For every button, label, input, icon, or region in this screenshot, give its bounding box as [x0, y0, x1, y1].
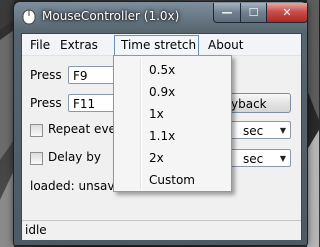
maximize-icon: ☐ — [248, 6, 259, 19]
menu-time-stretch[interactable]: Time stretch — [121, 38, 196, 52]
menu-extras[interactable]: Extras — [60, 38, 98, 52]
dropdown-item-label: 1x — [149, 107, 164, 121]
close-button[interactable]: ✕ — [266, 3, 308, 23]
menu-bar: File Extras Time stretch About — [22, 34, 301, 56]
dropdown-item-1.1x[interactable]: 1.1x — [114, 125, 231, 147]
delay-checkbox[interactable] — [30, 152, 43, 165]
press-label-2: Press — [30, 96, 62, 110]
delay-label: Delay by — [48, 150, 101, 164]
playback-button-label: yback — [231, 97, 267, 111]
dropdown-item-custom[interactable]: Custom — [114, 169, 231, 191]
minimize-icon: — — [221, 6, 233, 19]
window-title: MouseController (1.0x) — [42, 9, 180, 23]
dropdown-item-1x[interactable]: 1x — [114, 103, 231, 125]
menu-file[interactable]: File — [30, 38, 50, 52]
repeat-checkbox[interactable] — [30, 124, 43, 137]
repeat-unit-value: sec — [243, 124, 264, 138]
dropdown-item-label: Custom — [149, 173, 195, 187]
maximize-button[interactable]: ☐ — [240, 3, 267, 23]
hotkey-value-1: F9 — [73, 69, 88, 83]
hotkey-value-2: F11 — [73, 97, 96, 111]
minimize-button[interactable]: — — [213, 3, 241, 23]
status-text: idle — [25, 223, 47, 237]
delay-unit-value: sec — [243, 152, 264, 166]
dropdown-item-label: 1.1x — [149, 129, 176, 143]
chevron-down-icon: ▼ — [279, 154, 286, 163]
chevron-down-icon: ▼ — [279, 126, 286, 135]
dropdown-item-label: 0.5x — [149, 63, 176, 77]
dropdown-item-label: 2x — [149, 151, 164, 165]
dropdown-item-2x[interactable]: 2x — [114, 147, 231, 169]
dropdown-item-label: 0.9x — [149, 85, 176, 99]
repeat-label: Repeat ever — [48, 122, 121, 136]
menu-about[interactable]: About — [208, 38, 243, 52]
close-icon: ✕ — [282, 6, 292, 19]
press-label-1: Press — [30, 68, 62, 82]
loaded-status: loaded: unsave — [30, 179, 122, 193]
time-stretch-dropdown: 0.5x 0.9x 1x 1.1x 2x Custom — [113, 55, 232, 192]
mouse-icon — [22, 9, 36, 25]
title-bar[interactable]: MouseController (1.0x) — ☐ ✕ — [14, 2, 308, 32]
dropdown-item-0.5x[interactable]: 0.5x — [114, 59, 231, 81]
dropdown-item-0.9x[interactable]: 0.9x — [114, 81, 231, 103]
status-bar: idle — [22, 220, 301, 240]
